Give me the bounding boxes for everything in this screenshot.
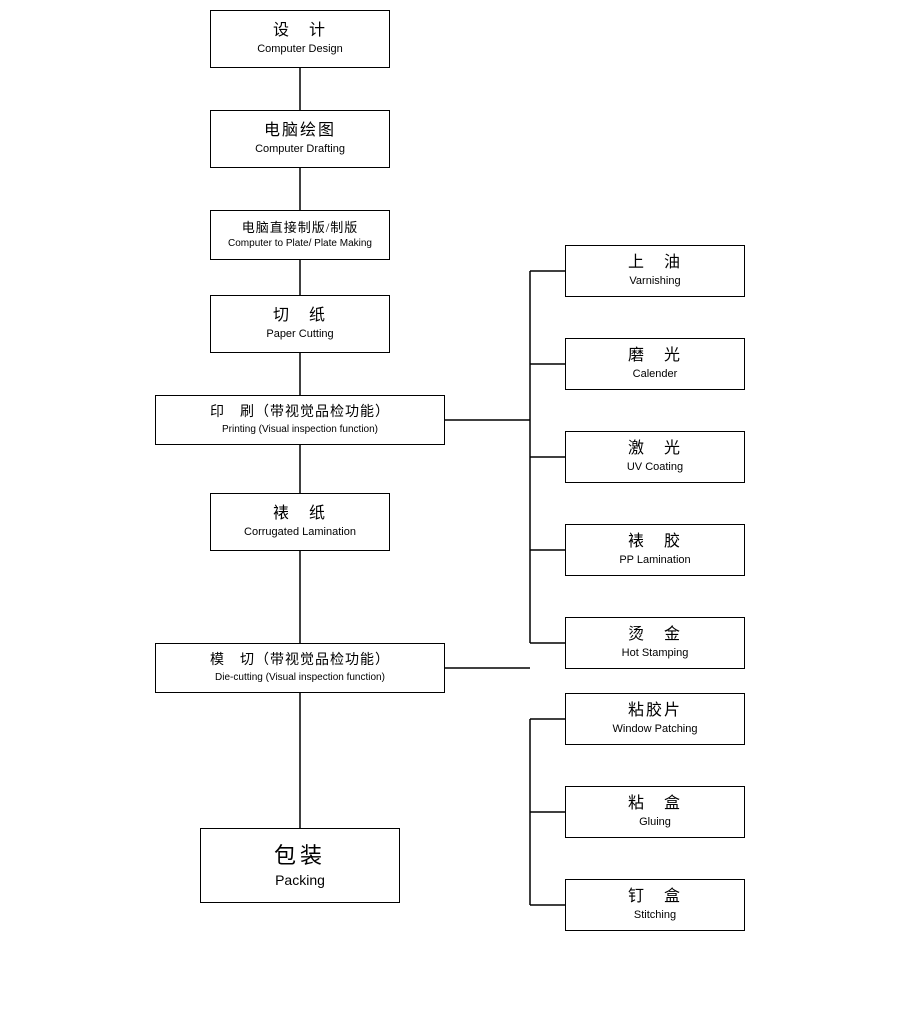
corrugated-en: Corrugated Lamination [244,525,356,539]
calender-en: Calender [633,367,678,381]
gluing-box: 粘 盒 Gluing [565,786,745,838]
calender-zh: 磨 光 [628,346,682,367]
paper-cutting-box: 切 纸 Paper Cutting [210,295,390,353]
stitching-zh: 钉 盒 [628,887,682,908]
packing-box: 包装 Packing [200,828,400,903]
connectors [0,0,900,1030]
calender-box: 磨 光 Calender [565,338,745,390]
computer-drafting-zh: 电脑绘图 [264,121,336,142]
computer-design-zh: 设 计 [273,21,327,42]
window-patching-zh: 粘胶片 [628,701,682,722]
window-patching-en: Window Patching [613,722,698,736]
plate-making-en: Computer to Plate/ Plate Making [228,237,372,250]
uv-coating-box: 激 光 UV Coating [565,431,745,483]
pp-lamination-zh: 裱 胶 [628,532,682,553]
gluing-zh: 粘 盒 [628,794,682,815]
hot-stamping-zh: 烫 金 [628,625,682,646]
varnishing-box: 上 油 Varnishing [565,245,745,297]
hot-stamping-en: Hot Stamping [622,646,689,660]
plate-making-box: 电脑直接制版/制版 Computer to Plate/ Plate Makin… [210,210,390,260]
diagram: 设 计 Computer Design 电脑绘图 Computer Drafti… [0,0,900,1030]
pp-lamination-box: 裱 胶 PP Lamination [565,524,745,576]
hot-stamping-box: 烫 金 Hot Stamping [565,617,745,669]
corrugated-zh: 裱 纸 [273,504,327,525]
packing-en: Packing [275,871,325,889]
window-patching-box: 粘胶片 Window Patching [565,693,745,745]
die-cutting-en: Die-cutting (Visual inspection function) [215,671,385,684]
computer-design-box: 设 计 Computer Design [210,10,390,68]
computer-design-en: Computer Design [257,42,343,56]
paper-cutting-zh: 切 纸 [273,306,327,327]
computer-drafting-box: 电脑绘图 Computer Drafting [210,110,390,168]
uv-coating-zh: 激 光 [628,439,682,460]
gluing-en: Gluing [639,815,671,829]
plate-making-zh: 电脑直接制版/制版 [242,220,359,237]
stitching-en: Stitching [634,908,676,922]
printing-zh: 印 刷（带视觉品检功能） [210,404,390,422]
die-cutting-zh: 模 切（带视觉品检功能） [210,652,390,670]
paper-cutting-en: Paper Cutting [266,327,333,341]
varnishing-zh: 上 油 [628,253,682,274]
printing-en: Printing (Visual inspection function) [222,423,378,436]
corrugated-box: 裱 纸 Corrugated Lamination [210,493,390,551]
computer-drafting-en: Computer Drafting [255,142,345,156]
die-cutting-box: 模 切（带视觉品检功能） Die-cutting (Visual inspect… [155,643,445,693]
packing-zh: 包装 [274,842,326,871]
printing-box: 印 刷（带视觉品检功能） Printing (Visual inspection… [155,395,445,445]
stitching-box: 钉 盒 Stitching [565,879,745,931]
uv-coating-en: UV Coating [627,460,683,474]
varnishing-en: Varnishing [629,274,680,288]
pp-lamination-en: PP Lamination [619,553,690,567]
